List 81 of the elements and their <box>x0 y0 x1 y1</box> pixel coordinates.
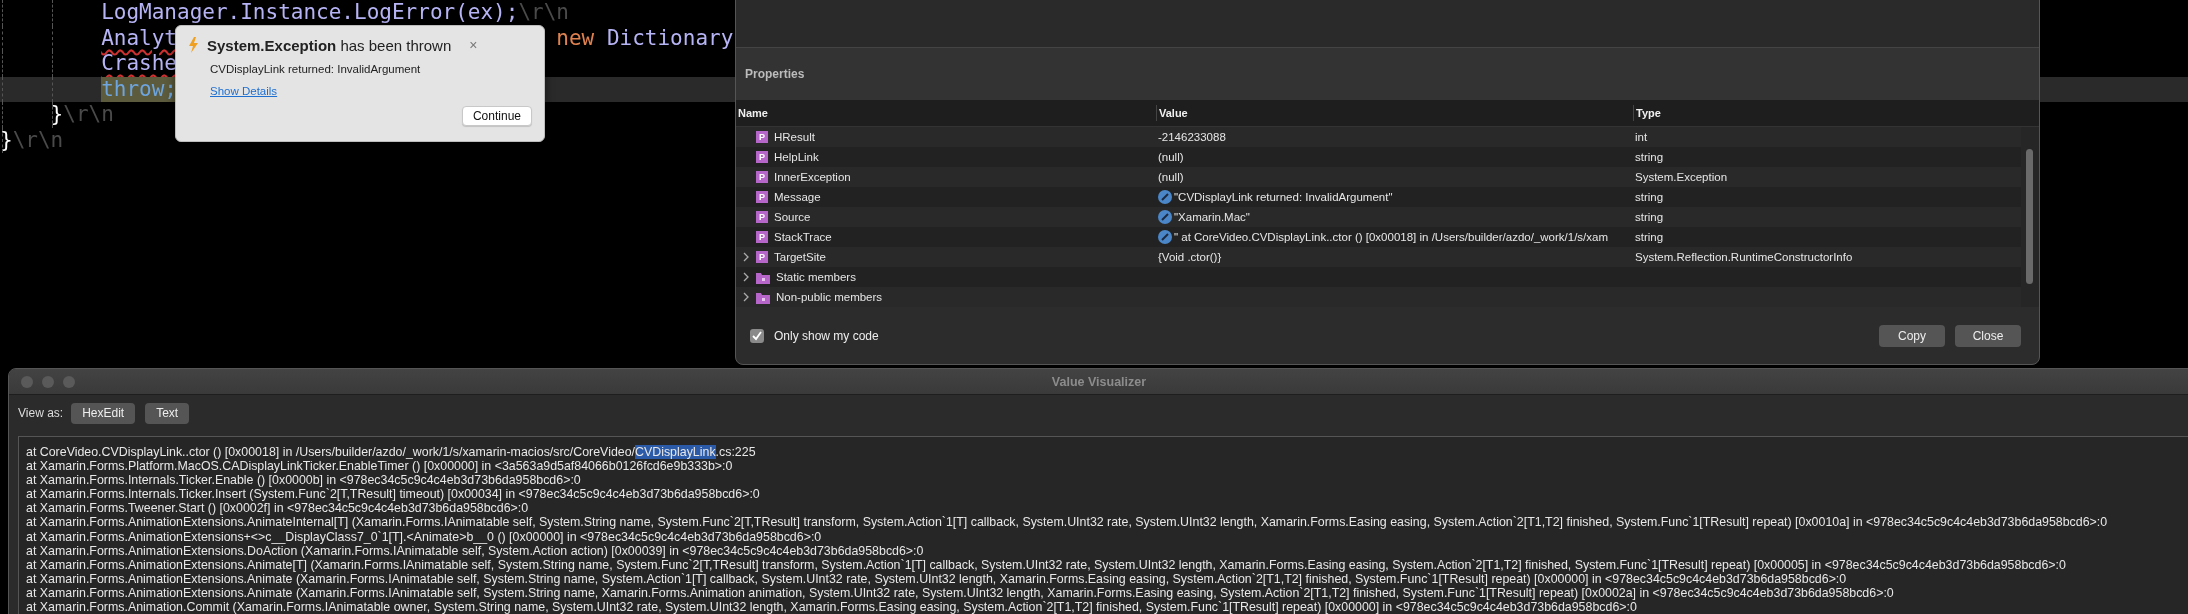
stack-trace-line: at Xamarin.Forms.AnimationExtensions.Animate[T] (Xamarin.Forms.IAnimatable self, System.String name, System.Func`2[T,TResult] transform, System.Action`1[T] callback, System.UInt32 rate, System.UInt32 length, Xamarin.Forms.Easing easing, System.Action`2[T1,T2] finished, System.Func`1[TResult] repeat) [0x00005] in <978ec34c5c9c4c4eb3d73b6da958bcd6>:0 <box>26 557 2067 572</box>
folder-icon <box>756 270 770 284</box>
property-badge: P <box>756 171 768 183</box>
property-value: (null) <box>1158 171 1184 183</box>
property-type: System.Reflection.RuntimeConstructorInfo <box>1635 251 1853 263</box>
property-value: {Void .ctor()} <box>1158 251 1222 263</box>
property-name: Static members <box>776 271 856 283</box>
checkbox[interactable] <box>750 328 764 343</box>
lightning-icon <box>188 37 199 53</box>
property-name: InnerException <box>774 171 851 183</box>
property-badge: P <box>756 231 768 243</box>
close-button[interactable]: Close <box>1955 324 2021 347</box>
stack-trace-line: at Xamarin.Forms.AnimationExtensions.Animate (Xamarin.Forms.IAnimatable self, System.String name, Xamarin.Forms.Animation animation, System.UInt32 rate, System.UInt32 length, Xamarin.Forms.Easing easing, System.Action`2[T1,T2] finished, System.Func`1[TResult] repeat) [0x0002a] in <978ec34c5c9c4c4eb3d73b6da958bcd6>:0 <box>26 585 1895 601</box>
property-badge: P <box>756 251 768 263</box>
close-button[interactable]: × <box>469 38 478 52</box>
stack-trace-line: at Xamarin.Forms.Internals.Ticker.Enable () [0x0000b] in <978ec34c5c9c4c4eb3d73b6da958bcd6>:0 <box>26 473 582 488</box>
exception-message: CVDisplayLink returned: InvalidArgument <box>210 63 422 75</box>
property-badge: P <box>756 131 768 143</box>
stack-trace-line: at Xamarin.Forms.Tweener.Start () [0x0002f] in <978ec34c5c9c4c4eb3d73b6da958bcd6>:0 <box>26 501 530 516</box>
property-name: Message <box>774 191 821 203</box>
property-type: string <box>1635 231 1664 243</box>
stack-trace-line: at Xamarin.Forms.Platform.MacOS.CADisplayLinkTicker.EnableTimer () [0x00000] in <3a563a9d5af84066b0126fcd6e9b333b>:0 <box>26 459 734 474</box>
property-value: -2146233088 <box>1158 131 1226 143</box>
expand-chevron-icon[interactable] <box>742 252 750 262</box>
line-break-marker: \r\n <box>518 0 569 26</box>
property-value: "Xamarin.Mac" <box>1174 211 1250 223</box>
checkmark-icon <box>751 330 763 341</box>
section-title: Properties <box>745 67 805 81</box>
checkbox-label: Only show my code <box>774 328 879 343</box>
code-text: throw; <box>101 76 177 102</box>
folder-icon <box>756 290 770 304</box>
window-title: Value Visualizer <box>1051 374 1147 389</box>
view-mode-button[interactable]: Text <box>145 402 190 424</box>
column-header: Name <box>737 106 769 121</box>
property-name: StackTrace <box>774 231 832 243</box>
pencil-icon[interactable] <box>1158 230 1172 244</box>
property-type: string <box>1635 211 1664 223</box>
property-badge: P <box>756 191 768 203</box>
property-value: " at CoreVideo.CVDisplayLink..ctor () [0x00018] in /Users/builder/azdo/_work/1/s/xam <box>1174 231 1609 243</box>
property-type: string <box>1635 191 1664 203</box>
stack-trace-line: at Xamarin.Forms.AnimationExtensions.AnimateInternal[T] (Xamarin.Forms.IAnimatable self, System.String name, System.Func`2[T,TResult] transform, System.Action`1[T] callback, System.UInt32 rate, System.UInt32 length, Xamarin.Forms.Easing easing, System.Action`2[T1,T2] finished, System.Func`1[TResult] repeat) [0x0010a] in <978ec34c5c9c4c4eb3d73b6da958bcd6>:0 <box>26 515 2109 530</box>
stack-trace-line: at Xamarin.Forms.Animation.Commit (Xamarin.Forms.IAnimatable owner, System.String name, System.UInt32 rate, System.UInt32 length, Xamarin.Forms.Easing easing, System.Action`2[T1,T2] finished, System.Func`1[TResult] repeat) [0x00000] in <978ec34c5c9c4c4eb3d73b6da958bcd6>:0 <box>26 600 1638 614</box>
code-text: new <box>556 25 595 51</box>
pencil-icon[interactable] <box>1158 190 1172 204</box>
stack-trace-line: at Xamarin.Forms.AnimationExtensions.Animate (Xamarin.Forms.IAnimatable self, System.String name, System.Action`1[T] callback, System.UInt32 rate, System.UInt32 length, Xamarin.Forms.Easing easing, System.Action`2[T1,T2] finished, System.Func`1[TResult] repeat) [0x00000] in <978ec34c5c9c4c4eb3d73b6da958bcd6>:0 <box>26 571 1848 586</box>
scrollbar-thumb[interactable] <box>2026 149 2033 284</box>
property-badge: P <box>756 211 768 223</box>
code-text: Crashe <box>101 51 177 77</box>
property-name: HResult <box>774 131 815 143</box>
property-name: Non-public members <box>776 291 883 303</box>
property-name: HelpLink <box>774 151 819 163</box>
code-text: LogManager.Instance.LogError(ex); <box>101 0 519 26</box>
line-break-marker: \r\n <box>12 127 64 153</box>
property-name: Source <box>774 211 811 223</box>
line-break-marker: \r\n <box>63 102 114 128</box>
property-value: (null) <box>1158 151 1184 163</box>
property-type: System.Exception <box>1635 171 1728 183</box>
show-details-link[interactable]: Show Details <box>210 85 278 97</box>
view-mode-button[interactable]: HexEdit <box>71 402 136 424</box>
code-text: } <box>50 102 64 128</box>
code-text: Analyt <box>101 25 177 51</box>
expand-chevron-icon[interactable] <box>742 272 750 282</box>
code-text: Dictionary <box>606 25 734 51</box>
code-text: } <box>0 127 13 153</box>
property-value: "CVDisplayLink returned: InvalidArgument" <box>1174 191 1393 203</box>
view-as-label: View as: <box>18 406 64 420</box>
continue-button[interactable]: Continue <box>461 106 532 126</box>
property-type: string <box>1635 151 1664 163</box>
column-header: Type <box>1633 105 2021 121</box>
property-type: int <box>1635 131 1648 143</box>
stack-trace-line: at Xamarin.Forms.AnimationExtensions+<>c__DisplayClass7_0`1[T].<Animate>b__0 () [0x00000] in <978ec34c5c9c4c4eb3d73b6da958bcd6>:0 <box>26 529 823 544</box>
expand-chevron-icon[interactable] <box>742 292 750 302</box>
text-area[interactable] <box>18 436 2188 614</box>
exception-title: System.Exception has been thrown <box>207 36 452 54</box>
stack-trace-line: at Xamarin.Forms.Internals.Ticker.Insert (System.Func`2[T,TResult] timeout) [0x00034] in <978ec34c5c9c4c4eb3d73b6da958bcd6>:0 <box>26 487 761 502</box>
copy-button[interactable]: Copy <box>1879 324 1945 347</box>
pencil-icon[interactable] <box>1158 210 1172 224</box>
stack-trace-line: at Xamarin.Forms.AnimationExtensions.DoAction (Xamarin.Forms.IAnimatable self, System.Action action) [0x00039] in <978ec34c5c9c4c4eb3d73b6da958bcd6>:0 <box>26 543 925 558</box>
property-badge: P <box>756 151 768 163</box>
property-name: TargetSite <box>774 251 826 263</box>
column-header: Value <box>1156 105 1633 121</box>
